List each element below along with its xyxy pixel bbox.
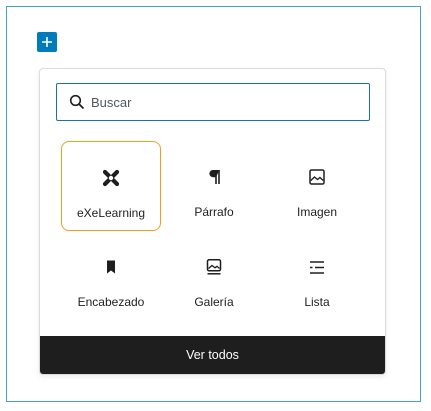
add-block-button[interactable] bbox=[37, 32, 57, 52]
block-label: Imagen bbox=[296, 205, 338, 219]
block-label: Galería bbox=[194, 295, 234, 309]
search-input[interactable] bbox=[91, 94, 351, 110]
block-item-image[interactable]: Imagen bbox=[267, 141, 367, 231]
block-item-exelearning[interactable]: eXeLearning bbox=[61, 141, 161, 231]
heading-bookmark-icon bbox=[61, 257, 161, 277]
exelearning-icon bbox=[62, 168, 160, 188]
search-icon bbox=[69, 94, 85, 110]
block-item-heading[interactable]: Encabezado bbox=[61, 231, 161, 321]
block-grid: eXeLearning Párrafo Imagen Encabezado Ga… bbox=[40, 137, 385, 337]
block-item-gallery[interactable]: Galería bbox=[164, 231, 264, 321]
search-field[interactable] bbox=[56, 83, 370, 121]
plus-icon bbox=[42, 37, 52, 47]
gallery-icon bbox=[164, 257, 264, 277]
paragraph-icon bbox=[164, 167, 264, 187]
browse-all-button[interactable]: Ver todos bbox=[40, 336, 385, 374]
block-inserter-popover: eXeLearning Párrafo Imagen bbox=[39, 68, 386, 375]
list-icon bbox=[267, 257, 367, 277]
block-label: eXeLearning bbox=[76, 206, 146, 220]
block-item-paragraph[interactable]: Párrafo bbox=[164, 141, 264, 231]
block-label: Párrafo bbox=[194, 205, 234, 219]
browse-all-label: Ver todos bbox=[186, 348, 239, 362]
image-icon bbox=[267, 167, 367, 187]
block-label: Lista bbox=[304, 295, 330, 309]
block-item-list[interactable]: Lista bbox=[267, 231, 367, 321]
block-label: Encabezado bbox=[77, 295, 145, 309]
